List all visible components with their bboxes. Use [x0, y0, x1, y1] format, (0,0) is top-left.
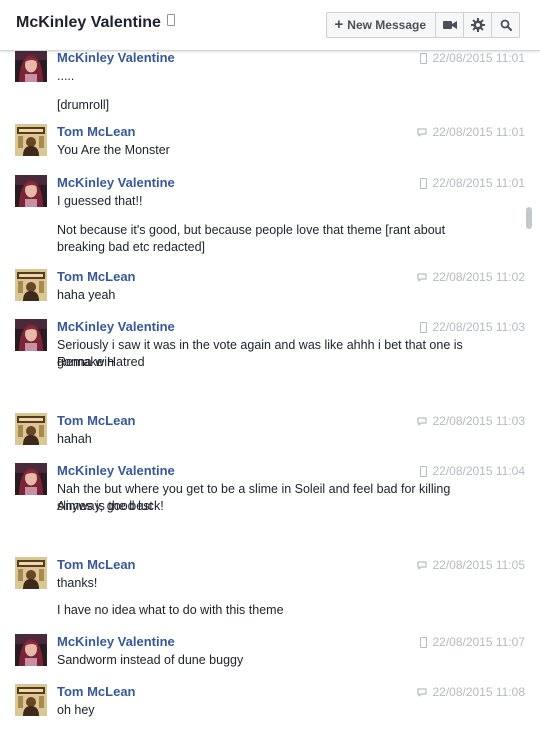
sender-name[interactable]: McKinley Valentine [57, 50, 175, 66]
mobile-icon [420, 321, 428, 333]
avatar[interactable] [15, 175, 47, 207]
message-text: I guessed that!! [57, 194, 143, 208]
mobile-icon [420, 636, 428, 648]
sender-name[interactable]: Tom McLean [57, 557, 136, 573]
message-group: McKinley Valentine 22/08/2015 11:01..... [… [0, 50, 525, 112]
video-call-button[interactable] [435, 13, 463, 37]
message-text: [drumroll] [57, 98, 110, 112]
timestamp: 22/08/2015 11:04 [432, 464, 525, 478]
message-group: McKinley Valentine 22/08/2015 11:01 I gues… [0, 175, 525, 254]
timestamp: 22/08/2015 11:08 [432, 685, 525, 699]
message-text: haha yeah [57, 288, 116, 302]
sender-name[interactable]: Tom McLean [57, 684, 136, 700]
mobile-icon [420, 52, 428, 64]
avatar-image [15, 413, 47, 445]
mobile-icon [420, 177, 428, 189]
chat-bubble-icon [417, 416, 428, 426]
conversation-header: McKinley Valentine + New Message [0, 0, 540, 51]
message-text: Not because it's good, but because peopl… [57, 223, 446, 254]
sender-name[interactable]: McKinley Valentine [57, 634, 175, 650]
conversation-toolbar: + New Message [325, 12, 520, 38]
message-text: Sandworm instead of dune buggy [57, 653, 244, 667]
message-group: Tom McLean 22/08/2015 11:08 oh hey [0, 684, 525, 730]
new-message-label: New Message [347, 18, 426, 32]
avatar-image [15, 463, 47, 495]
sender-name[interactable]: Tom McLean [57, 413, 136, 429]
conversation-title[interactable]: McKinley Valentine [16, 14, 175, 32]
message-text: Anyway, good luck! [57, 499, 164, 513]
message-text: Remake Hatred [57, 355, 145, 369]
message-meta: 22/08/2015 11:03 [420, 319, 525, 335]
gear-icon [470, 18, 485, 32]
message-meta: 22/08/2015 11:07 [420, 634, 525, 650]
message-text: thanks! [57, 576, 98, 590]
avatar-image [15, 50, 47, 82]
mobile-icon [420, 465, 428, 477]
timestamp: 22/08/2015 11:01 [432, 51, 525, 65]
message-meta: 22/08/2015 11:01 [417, 124, 525, 140]
message-meta: 22/08/2015 11:01 [420, 50, 525, 66]
avatar[interactable] [15, 463, 47, 495]
message-text: ..... [57, 69, 75, 83]
plus-icon: + [334, 16, 344, 33]
video-icon [442, 21, 457, 29]
timestamp: 22/08/2015 11:01 [432, 125, 525, 139]
avatar[interactable] [15, 634, 47, 666]
avatar[interactable] [15, 269, 47, 301]
settings-button[interactable] [463, 13, 491, 37]
chat-bubble-icon [417, 687, 428, 697]
search-icon [500, 19, 512, 31]
message-text: I have no idea what to do with this them… [57, 603, 284, 617]
message-group: McKinley Valentine 22/08/2015 11:04 Nah th… [0, 463, 525, 523]
timestamp: 22/08/2015 11:03 [432, 414, 525, 428]
message-meta: 22/08/2015 11:01 [420, 175, 525, 191]
avatar[interactable] [15, 124, 47, 156]
avatar-image [15, 269, 47, 301]
timestamp: 22/08/2015 11:05 [432, 558, 525, 572]
sender-name[interactable]: McKinley Valentine [57, 463, 175, 479]
message-text: oh hey [57, 703, 95, 717]
avatar[interactable] [15, 413, 47, 445]
chat-bubble-icon [417, 272, 428, 282]
avatar-image [15, 175, 47, 207]
avatar[interactable] [15, 684, 47, 716]
avatar[interactable] [15, 557, 47, 589]
new-message-button[interactable]: + New Message [327, 13, 435, 37]
search-button[interactable] [491, 13, 519, 37]
avatar-image [15, 319, 47, 351]
sender-name[interactable]: Tom McLean [57, 124, 136, 140]
scrollbar-thumb[interactable] [526, 207, 532, 229]
avatar-image [15, 634, 47, 666]
timestamp: 22/08/2015 11:02 [432, 270, 525, 284]
avatar-image [15, 124, 47, 156]
chat-bubble-icon [417, 560, 428, 570]
message-list[interactable]: McKinley Valentine 22/08/2015 11:01..... [… [0, 44, 525, 730]
message-text: hahah [57, 432, 92, 446]
message-meta: 22/08/2015 11:03 [417, 413, 525, 429]
chat-bubble-icon [417, 127, 428, 137]
message-group: McKinley Valentine 22/08/2015 11:03 Seriou… [0, 319, 525, 379]
timestamp: 22/08/2015 11:07 [432, 635, 525, 649]
timestamp: 22/08/2015 11:03 [432, 320, 525, 334]
mobile-icon [166, 14, 175, 26]
message-meta: 22/08/2015 11:08 [417, 684, 525, 700]
message-text: You Are the Monster [57, 143, 170, 157]
avatar-image [15, 684, 47, 716]
sender-name[interactable]: McKinley Valentine [57, 319, 175, 335]
message-group: Tom McLean 22/08/2015 11:05 thanks! I have … [0, 557, 525, 617]
sender-name[interactable]: Tom McLean [57, 269, 136, 285]
timestamp: 22/08/2015 11:01 [432, 176, 525, 190]
message-meta: 22/08/2015 11:04 [420, 463, 525, 479]
message-meta: 22/08/2015 11:02 [417, 269, 525, 285]
avatar[interactable] [15, 50, 47, 82]
avatar[interactable] [15, 319, 47, 351]
avatar-image [15, 557, 47, 589]
sender-name[interactable]: McKinley Valentine [57, 175, 175, 191]
message-meta: 22/08/2015 11:05 [417, 557, 525, 573]
conversation-title-text: McKinley Valentine [16, 14, 161, 31]
